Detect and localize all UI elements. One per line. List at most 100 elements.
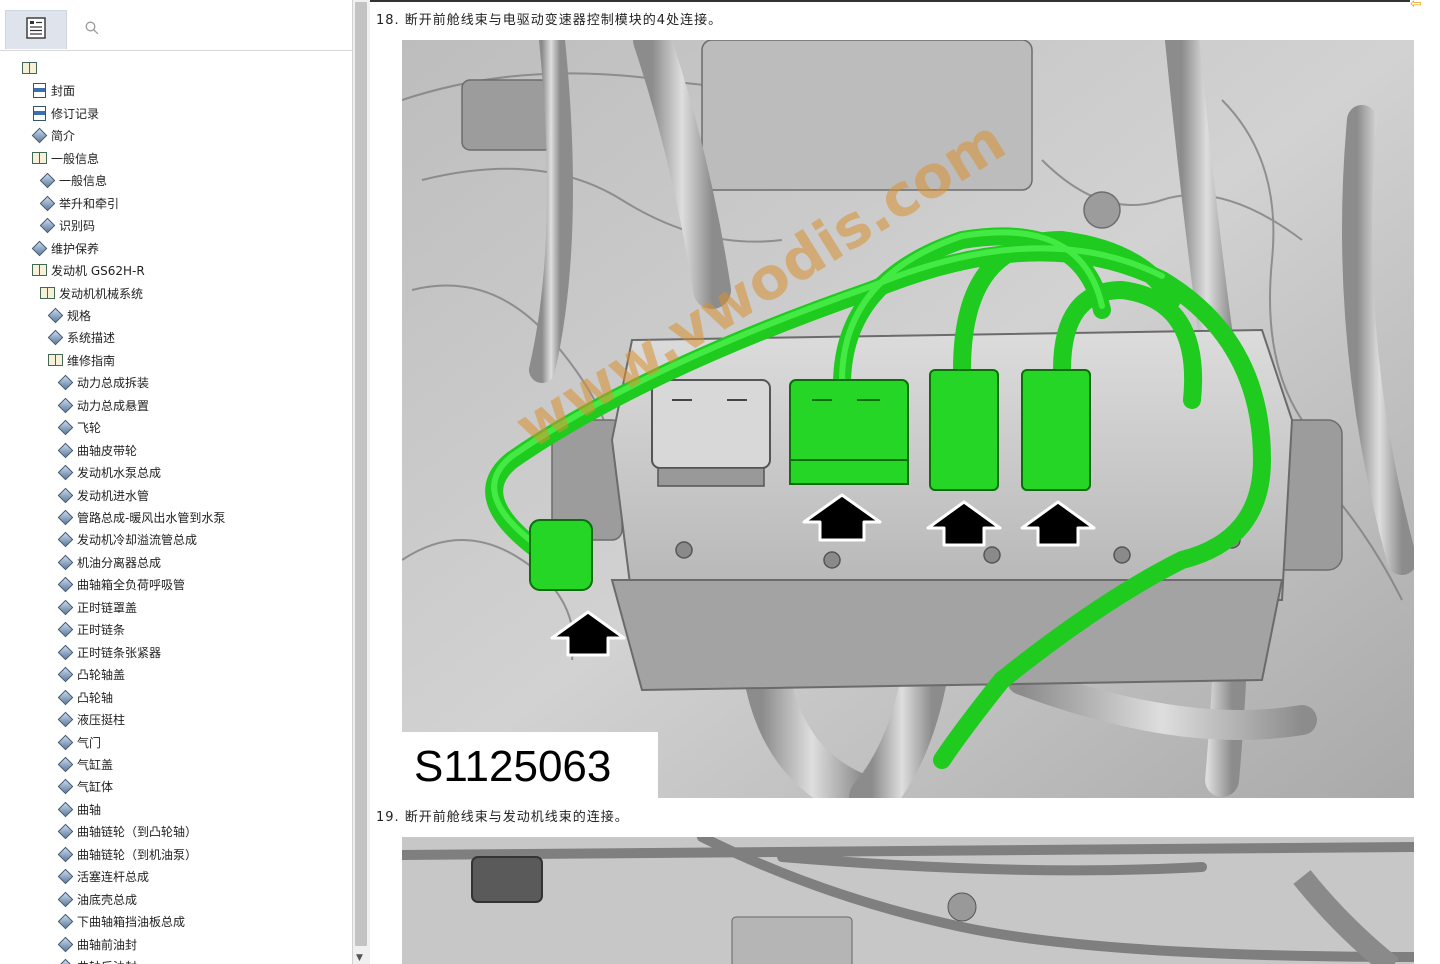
toc-item-label: 发动机水泵总成 [77,465,162,480]
topic-icon [58,869,73,883]
figure-engine-harness [402,837,1414,964]
book-icon [40,286,55,300]
toc-item[interactable]: 凸轮轴 [58,687,113,707]
toc-item[interactable]: 曲轴皮带轮 [58,440,137,460]
toc-item[interactable]: 曲轴后油封 [58,956,137,964]
topic-icon [58,600,73,614]
topic-icon [58,712,73,726]
toc-item[interactable]: 曲轴箱全负荷呼吸管 [58,574,185,594]
toc-item[interactable]: 识别码 [40,215,95,235]
toc-item[interactable] [22,58,41,78]
toc-item-label: 曲轴链轮（到机油泵） [77,847,198,862]
toc-item[interactable]: 飞轮 [58,417,101,437]
toc-item[interactable]: 气门 [58,732,101,752]
toc-item-label: 飞轮 [77,420,102,435]
toc-item[interactable]: 曲轴链轮（到凸轮轴） [58,821,197,841]
book-icon [22,61,37,75]
toc-item[interactable]: 维护保养 [32,238,99,258]
toc-item[interactable]: 曲轴链轮（到机油泵） [58,844,197,864]
toc-item[interactable]: 气缸体 [58,776,113,796]
toc-item[interactable]: 发动机冷却溢流管总成 [58,529,197,549]
toc-item[interactable]: 曲轴 [58,799,101,819]
topic-icon [58,510,73,524]
bookmark-list-icon [26,17,46,43]
search-tab[interactable] [66,10,118,48]
toc-item[interactable]: 凸轮轴盖 [58,664,125,684]
toc-item[interactable]: 曲轴前油封 [58,934,137,954]
toc-item-label: 凸轮轴 [77,690,114,705]
book-icon [48,353,63,367]
toc-tab-bar [0,0,352,51]
toc-item[interactable]: 发动机机械系统 [40,283,143,303]
toc-item[interactable]: 液压挺柱 [58,709,125,729]
topic-icon [40,218,55,232]
topic-icon [58,802,73,816]
topic-icon [58,779,73,793]
toc-item[interactable]: 系统描述 [48,327,115,347]
toc-item-label: 规格 [67,308,92,323]
toc-item-label: 活塞连杆总成 [77,869,150,884]
toc-item-label: 管路总成-暖风出水管到水泵 [77,510,226,525]
topic-icon [58,824,73,838]
toc-item[interactable]: 机油分离器总成 [58,552,161,572]
toc-item-label: 曲轴皮带轮 [77,443,138,458]
toc-item[interactable]: 正时链条张紧器 [58,642,161,662]
topic-icon [58,555,73,569]
topic-icon [58,465,73,479]
bookmarks-tab[interactable] [5,10,67,49]
topic-icon [58,757,73,771]
toc-item-label: 维护保养 [51,241,100,256]
toc-item[interactable]: 下曲轴箱挡油板总成 [58,911,185,931]
topic-icon [32,128,47,142]
topic-icon [58,937,73,951]
scroll-down-arrow-icon[interactable]: ▼ [356,953,363,963]
topic-icon [58,532,73,546]
document-view: ⇦ 18. 断开前舱线束与电驱动变速器控制模块的4处连接。 www.vwodis… [370,0,1440,964]
document-page-icon [32,83,47,97]
toc-item-label: 发动机冷却溢流管总成 [77,532,198,547]
toc-item[interactable]: 发动机 GS62H-R [32,260,145,280]
toc-item[interactable]: 正时链条 [58,619,125,639]
toc-item[interactable]: 发动机进水管 [58,485,149,505]
toc-item[interactable]: 活塞连杆总成 [58,866,149,886]
toc-item-label: 曲轴链轮（到凸轮轴） [77,824,198,839]
toc-item-label: 维修指南 [67,353,116,368]
toc-item[interactable]: 一般信息 [40,170,107,190]
toc-item-label: 一般信息 [51,151,100,166]
figure-s1125063: www.vwodis.com S1125063 [402,40,1414,798]
toc-item-label: 液压挺柱 [77,712,126,727]
toc-item[interactable]: 发动机水泵总成 [58,462,161,482]
toc-item[interactable]: 封面 [32,80,75,100]
toc-item[interactable]: 简介 [32,125,75,145]
toc-item-label: 一般信息 [59,173,108,188]
toc-item-label: 正时链条 [77,622,126,637]
toc-item[interactable]: 动力总成拆装 [58,372,149,392]
scrollbar-thumb[interactable] [355,2,367,946]
toc-item[interactable]: 一般信息 [32,148,99,168]
toc-item[interactable]: 举升和牵引 [40,193,119,213]
toc-item-label: 曲轴 [77,802,102,817]
toc-item[interactable]: 管路总成-暖风出水管到水泵 [58,507,225,527]
book-icon [32,151,47,165]
topic-icon [40,173,55,187]
book-icon [32,263,47,277]
back-arrow-icon[interactable]: ⇦ [1410,0,1422,12]
toc-item-label: 动力总成悬置 [77,398,150,413]
toc-item-label: 气门 [77,735,102,750]
topic-icon [58,443,73,457]
toc-item[interactable]: 气缸盖 [58,754,113,774]
toc-item[interactable]: 修订记录 [32,103,99,123]
toc-item[interactable]: 动力总成悬置 [58,395,149,415]
toc-item-label: 正时链罩盖 [77,600,138,615]
toc-item[interactable]: 正时链罩盖 [58,597,137,617]
toc-item[interactable]: 油底壳总成 [58,889,137,909]
toc-item[interactable]: 维修指南 [48,350,115,370]
toc-item[interactable]: 规格 [48,305,91,325]
toc-item-label: 简介 [51,128,76,143]
toc-item-label: 举升和牵引 [59,196,120,211]
topic-icon [58,577,73,591]
topic-icon [58,847,73,861]
topic-icon [58,690,73,704]
topic-icon [58,735,73,749]
panel-scrollbar[interactable]: ▼ [352,0,370,964]
